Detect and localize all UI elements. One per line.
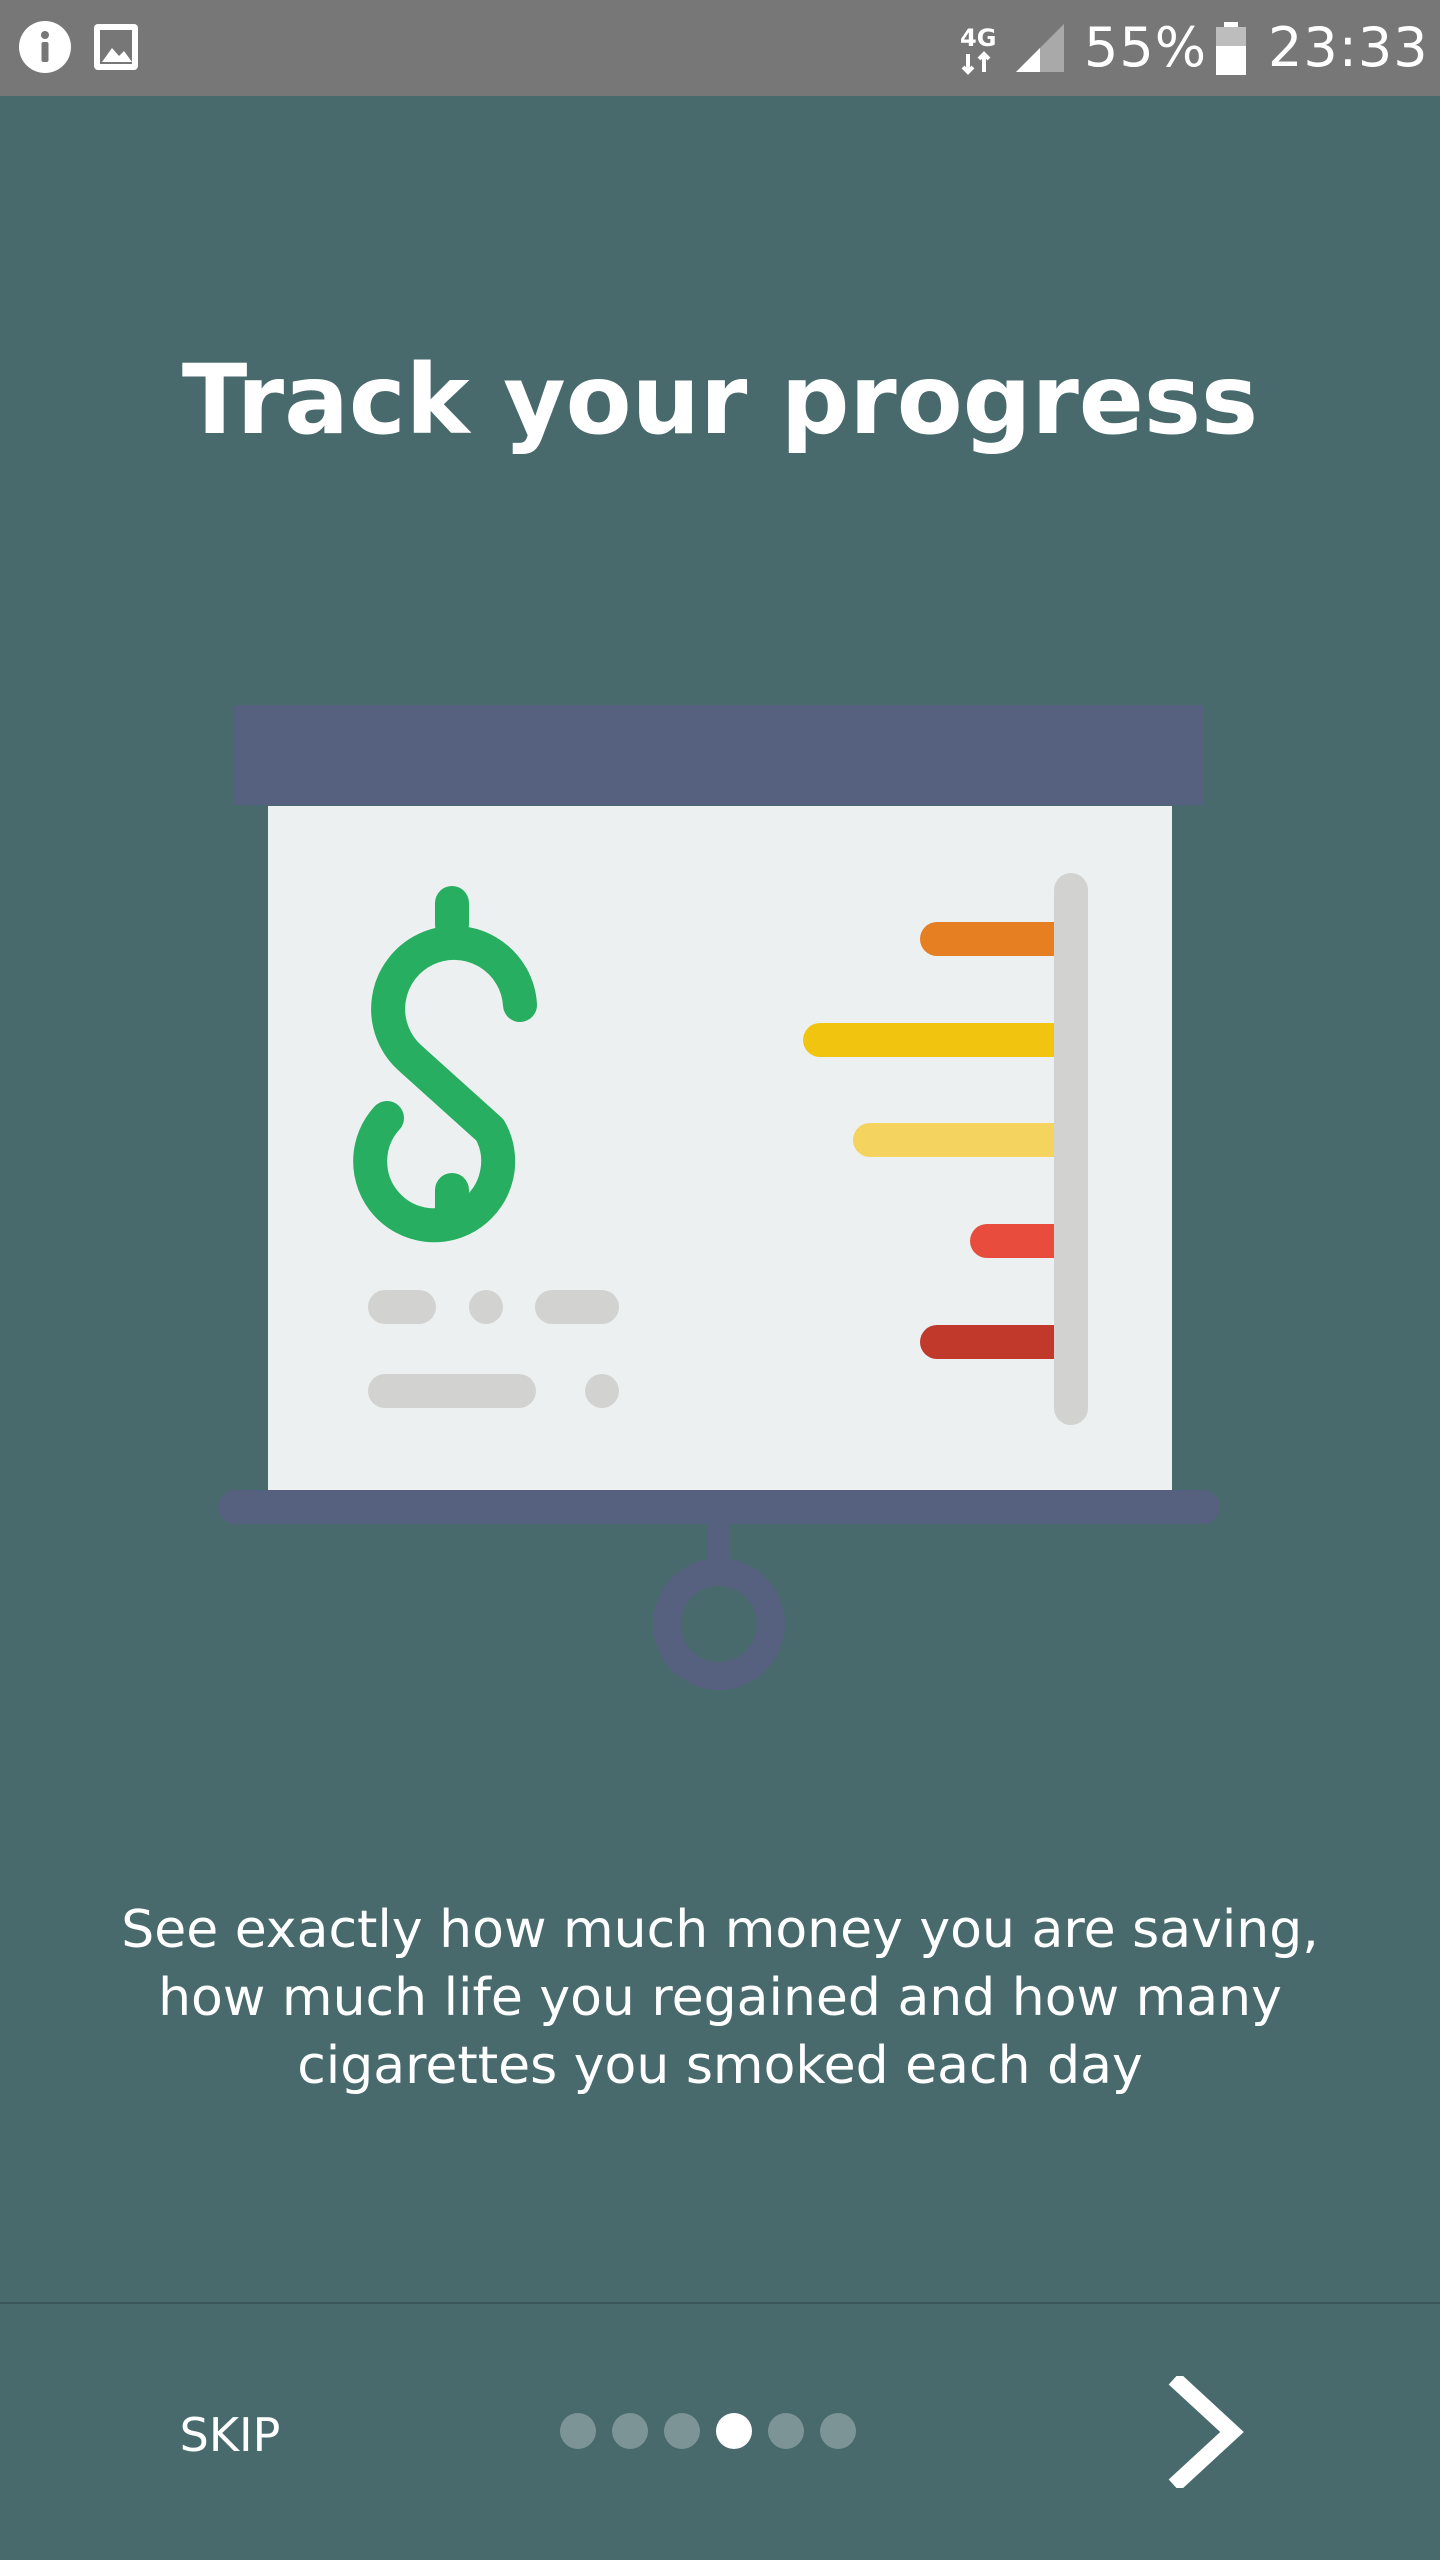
bars-axis [1054, 873, 1088, 1425]
info-icon [19, 21, 71, 73]
page-indicator [560, 2413, 856, 2449]
page-title: Track your progress [181, 344, 1259, 456]
illustration-bar [853, 1123, 1072, 1157]
chevron-right-icon [1168, 2376, 1244, 2488]
presentation-board-icon [218, 705, 1220, 1690]
image-icon [94, 24, 138, 70]
board-bottom-bar [218, 1490, 1220, 1524]
clock: 23:33 [1268, 16, 1429, 79]
page-dot-active [716, 2413, 752, 2449]
board-stand [708, 1520, 730, 1560]
battery-percent: 55% [1084, 16, 1208, 79]
illustration-bar [803, 1023, 1072, 1057]
network-label: 4G [960, 24, 996, 52]
description-text: See exactly how much money you are savin… [121, 1900, 1319, 2096]
illustration-bar [920, 922, 1072, 956]
board-stand-ring [653, 1558, 785, 1690]
page-dot [820, 2413, 856, 2449]
battery-icon [1216, 22, 1246, 75]
page-dot [612, 2413, 648, 2449]
status-bar: 4G 55% 23:33 [0, 0, 1440, 96]
network-4g-icon: 4G [960, 24, 996, 75]
page-dot [768, 2413, 804, 2449]
page-dot [664, 2413, 700, 2449]
skip-button[interactable]: SKIP [150, 2395, 310, 2475]
page-dot [560, 2413, 596, 2449]
illustration-bar [920, 1325, 1072, 1359]
next-button[interactable] [1160, 2376, 1260, 2488]
signal-icon [1016, 24, 1064, 72]
bottom-divider [0, 2302, 1440, 2304]
board-top-rail [234, 705, 1204, 805]
